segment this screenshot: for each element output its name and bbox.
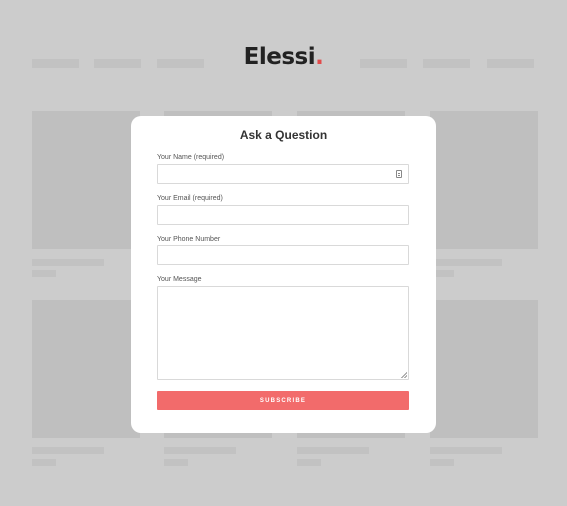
product-title-placeholder bbox=[430, 447, 502, 454]
product-price-placeholder bbox=[164, 459, 188, 466]
nav-placeholder bbox=[423, 59, 470, 68]
phone-input[interactable] bbox=[157, 245, 409, 265]
product-image-placeholder bbox=[32, 111, 140, 249]
message-textarea[interactable] bbox=[157, 286, 409, 380]
product-title-placeholder bbox=[164, 447, 236, 454]
product-title-placeholder bbox=[32, 447, 104, 454]
product-image-placeholder bbox=[430, 300, 538, 438]
product-price-placeholder bbox=[430, 459, 454, 466]
product-price-placeholder bbox=[32, 270, 56, 277]
product-image-placeholder bbox=[32, 300, 140, 438]
email-label: Your Email (required) bbox=[157, 195, 223, 202]
logo-text: Elessi bbox=[243, 44, 316, 70]
site-logo[interactable]: Elessi. bbox=[0, 44, 567, 70]
name-input[interactable] bbox=[157, 164, 409, 184]
message-label: Your Message bbox=[157, 276, 202, 283]
product-title-placeholder bbox=[297, 447, 369, 454]
product-title-placeholder bbox=[32, 259, 104, 266]
phone-label: Your Phone Number bbox=[157, 236, 221, 243]
subscribe-button[interactable]: SUBSCRIBE bbox=[157, 391, 409, 410]
product-price-placeholder bbox=[297, 459, 321, 466]
dialog-title: Ask a Question bbox=[239, 128, 328, 142]
product-image-placeholder bbox=[430, 111, 538, 249]
name-label: Your Name (required) bbox=[157, 154, 225, 161]
product-title-placeholder bbox=[430, 259, 502, 266]
resize-handle-icon[interactable] bbox=[401, 372, 407, 378]
ask-question-dialog: Ask a Question Your Name (required) Your… bbox=[131, 116, 436, 433]
nav-placeholder bbox=[32, 59, 79, 68]
nav-placeholder bbox=[94, 59, 141, 68]
logo-dot: . bbox=[315, 44, 324, 70]
email-input[interactable] bbox=[157, 205, 409, 225]
nav-placeholder bbox=[360, 59, 407, 68]
nav-placeholder bbox=[487, 59, 534, 68]
product-price-placeholder bbox=[32, 459, 56, 466]
contact-card-icon[interactable] bbox=[396, 170, 402, 178]
nav-placeholder bbox=[157, 59, 204, 68]
